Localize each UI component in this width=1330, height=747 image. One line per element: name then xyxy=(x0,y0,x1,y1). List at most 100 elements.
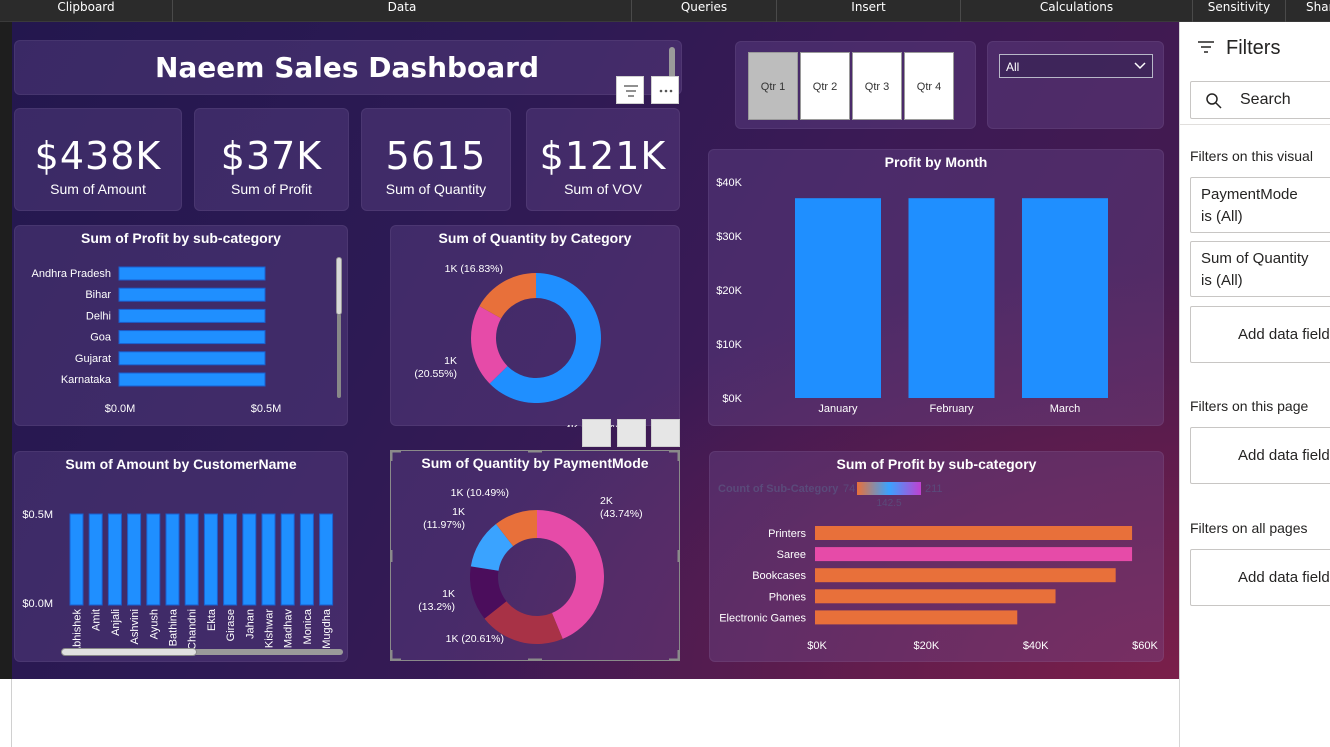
slice-label: 1K (16.83%) xyxy=(445,263,503,275)
x-tick-label: Kishwar xyxy=(264,609,276,648)
ribbon-group-share[interactable]: Shar xyxy=(1286,0,1330,22)
chart-profit-by-state[interactable]: Sum of Profit by sub-category Andhra Pra… xyxy=(14,225,348,426)
legend-min: 74 xyxy=(843,483,855,495)
dropdown-slicer-card: All xyxy=(987,41,1164,129)
chart-amount-by-customer[interactable]: Sum of Amount by CustomerName $0.0M $0.5M… xyxy=(14,451,348,662)
canvas-whitespace xyxy=(12,679,1179,747)
dropdown-select[interactable]: All xyxy=(999,54,1153,78)
bar xyxy=(118,372,266,387)
kpi-card-amount: $438K Sum of Amount xyxy=(14,108,182,211)
category-label: Phones xyxy=(769,591,807,603)
selection-handles[interactable] xyxy=(390,450,680,661)
bar xyxy=(908,198,995,398)
legend-mid: 142.5 xyxy=(876,498,901,509)
ribbon-group-queries[interactable]: Queries xyxy=(632,0,777,22)
filters-on-visual-heading: Filters on this visual xyxy=(1190,148,1313,164)
filter-visual-button[interactable] xyxy=(616,76,644,104)
category-label: Electronic Games xyxy=(719,612,806,624)
slicer-qtr3[interactable]: Qtr 3 xyxy=(852,52,902,120)
x-tick-label: $0K xyxy=(807,640,827,652)
add-data-field-label: Add data field xyxy=(1238,447,1330,464)
add-data-field-label: Add data field xyxy=(1238,326,1330,343)
chart-quantity-by-paymentmode[interactable]: Sum of Quantity by PaymentMode 2K (43.74%… xyxy=(390,450,680,661)
chart-quantity-by-category[interactable]: Sum of Quantity by Category 4K (62.62%)1… xyxy=(390,225,680,427)
ribbon-label: Data xyxy=(387,0,417,14)
filter-card-paymentmode[interactable]: PaymentMode is (All) xyxy=(1190,177,1330,233)
bar xyxy=(118,308,266,323)
bar xyxy=(118,330,266,345)
x-tick-label: Chandni xyxy=(187,609,199,650)
add-data-field-page[interactable]: Add data field xyxy=(1190,427,1330,484)
bar xyxy=(242,513,257,606)
chart-scrollbar-thumb[interactable] xyxy=(336,257,342,315)
bar xyxy=(815,547,1133,562)
category-label: Andhra Pradesh xyxy=(32,268,112,280)
category-label: Bookcases xyxy=(752,570,806,582)
bar xyxy=(118,266,266,281)
kpi-value: 5615 xyxy=(385,134,487,178)
visual-toolbar-button[interactable] xyxy=(582,419,611,447)
category-label: Saree xyxy=(777,549,806,561)
y-tick-label: $30K xyxy=(716,231,742,243)
bar xyxy=(165,513,180,606)
y-tick-label: $0K xyxy=(722,393,742,405)
ribbon-group-insert[interactable]: Insert xyxy=(777,0,961,22)
bar xyxy=(795,198,881,398)
bar xyxy=(815,526,1133,540)
ribbon-group-sensitivity[interactable]: Sensitivity xyxy=(1193,0,1286,22)
bar xyxy=(815,568,1116,583)
chevron-down-icon xyxy=(1134,62,1146,70)
ribbon-group-data[interactable]: Data xyxy=(173,0,632,22)
legend-max: 211 xyxy=(925,483,943,495)
filter-card-quantity[interactable]: Sum of Quantity is (All) xyxy=(1190,241,1330,297)
add-data-field-visual[interactable]: Add data field xyxy=(1190,306,1330,363)
bar xyxy=(184,513,199,606)
filter-icon xyxy=(624,85,638,97)
bar xyxy=(223,513,238,606)
ribbon-group-clipboard[interactable]: Clipboard xyxy=(0,0,173,22)
horizontal-scrollbar-thumb[interactable] xyxy=(61,648,197,656)
kpi-card-vov: $121K Sum of VOV xyxy=(526,108,680,211)
search-icon xyxy=(1206,93,1222,109)
filters-on-page-heading: Filters on this page xyxy=(1190,398,1309,414)
kpi-card-profit: $37K Sum of Profit xyxy=(194,108,349,211)
x-tick-label: $0.5M xyxy=(251,403,282,415)
bar xyxy=(280,513,295,606)
ribbon-group-calculations[interactable]: Calculations xyxy=(961,0,1193,22)
add-data-field-all[interactable]: Add data field xyxy=(1190,549,1330,606)
dashboard-title: Naeem Sales Dashboard xyxy=(154,51,540,84)
ribbon-label: Clipboard xyxy=(57,0,115,14)
chart-svg: Andhra Pradesh Bihar Delhi Goa Gujarat Karnat… xyxy=(32,266,282,415)
slicer-qtr4[interactable]: Qtr 4 xyxy=(904,52,954,120)
bar xyxy=(299,513,314,606)
ellipsis-icon xyxy=(659,89,673,93)
legend-title: Count of Sub-Category xyxy=(718,483,839,495)
bar xyxy=(1022,198,1108,398)
ribbon: Clipboard Data Queries Insert Calculatio… xyxy=(0,0,1330,22)
bar xyxy=(815,610,1018,625)
chart-svg: 4K (62.62%)1K(20.55%)1K (16.83%) xyxy=(414,263,623,427)
filters-search-input[interactable]: Search xyxy=(1190,81,1330,119)
kpi-value: $37K xyxy=(220,134,323,178)
slicer-qtr1[interactable]: Qtr 1 xyxy=(748,52,798,120)
x-tick-label: Jahan xyxy=(244,609,256,639)
more-options-button[interactable] xyxy=(651,76,679,104)
visual-toolbar-button[interactable] xyxy=(617,419,646,447)
kpi-value: $438K xyxy=(34,134,162,178)
ribbon-label: Calculations xyxy=(1039,0,1114,14)
report-canvas: Naeem Sales Dashboard $438K Sum of Amoun… xyxy=(12,22,1179,679)
y-tick-label: $10K xyxy=(716,339,742,351)
filters-on-all-pages-heading: Filters on all pages xyxy=(1190,520,1308,536)
ribbon-label: Sensitivity xyxy=(1207,0,1271,14)
bar xyxy=(203,513,218,606)
chart-profit-by-month[interactable]: Profit by Month $0K $10K $20K $30K $40K Janua… xyxy=(708,149,1164,426)
chart-svg: Count of Sub-Category 74 211 142.5 Printers S… xyxy=(718,482,1159,652)
chart-profit-by-subcategory[interactable]: Sum of Profit by sub-category Count of S… xyxy=(709,451,1164,662)
visual-toolbar-button[interactable] xyxy=(651,419,680,447)
chart-svg: $0K $10K $20K $30K $40K January February March xyxy=(716,177,1108,415)
kpi-value: $121K xyxy=(539,134,667,178)
x-tick-label: Monica xyxy=(302,608,314,644)
x-tick-label: Madhav xyxy=(283,609,295,649)
filters-pane: Filters Search Filters on this visual Pa… xyxy=(1179,22,1330,747)
slicer-qtr2[interactable]: Qtr 2 xyxy=(800,52,850,120)
